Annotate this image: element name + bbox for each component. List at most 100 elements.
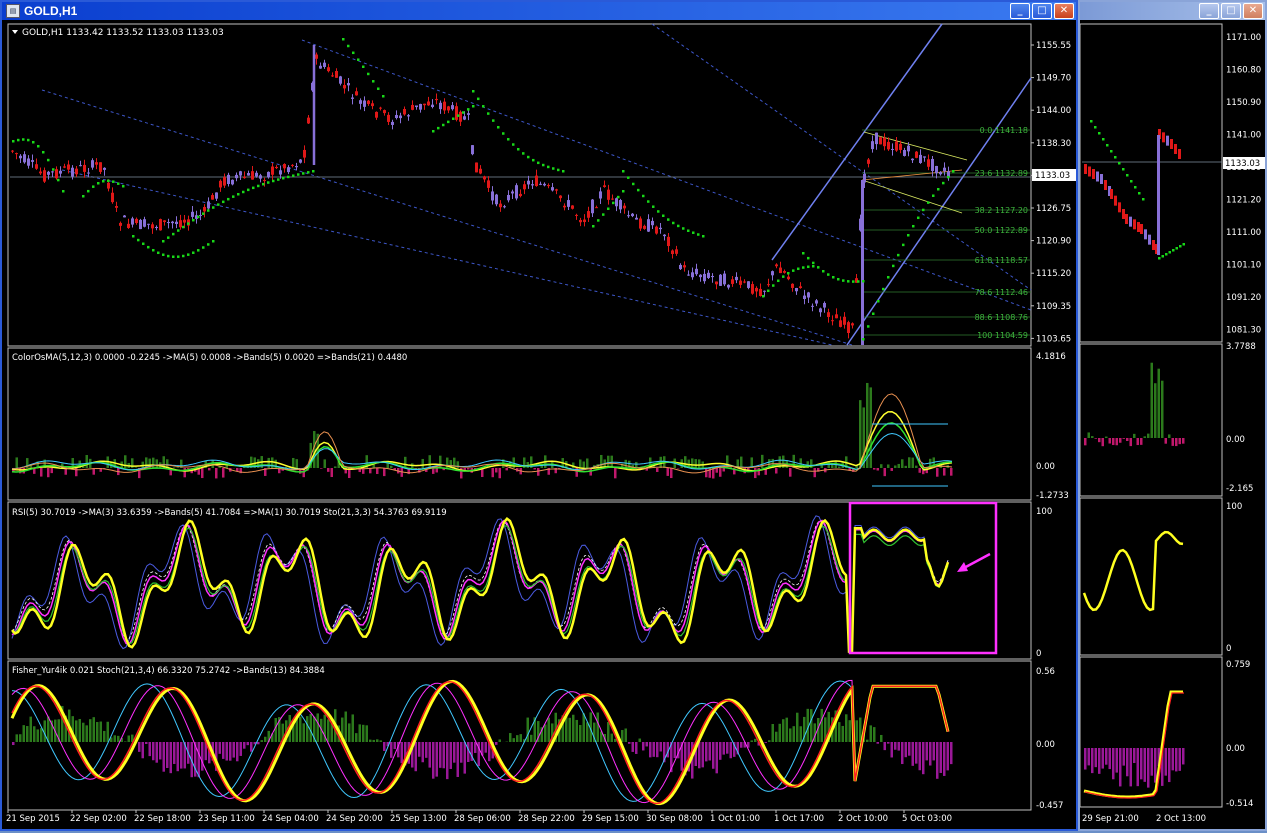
- fisher-histogram-bar: [845, 714, 848, 742]
- side-osma-tick-zero: 0.00: [1226, 435, 1245, 445]
- fisher-histogram-bar: [275, 718, 278, 742]
- candle-body: [667, 237, 670, 246]
- side-time-label-0: 29 Sep 21:00: [1082, 814, 1139, 824]
- candle-body: [407, 115, 410, 116]
- fisher-histogram-bar: [390, 742, 393, 758]
- fisher-histogram-bar: [327, 719, 330, 742]
- candle-body: [411, 105, 414, 110]
- candle-body: [231, 180, 234, 185]
- main-chart-svg[interactable]: 0.0 1141.1823.6 1132.8938.2 1127.2050.0 …: [2, 20, 1076, 829]
- side-candle-body: [1140, 224, 1143, 234]
- osma-bar: [667, 468, 670, 476]
- fisher-histogram-bar: [880, 735, 883, 742]
- side-minimize-button[interactable]: _: [1199, 3, 1219, 19]
- sar-dot: [357, 58, 360, 61]
- sar-dot: [862, 338, 865, 341]
- fib-level-label: 61.8 1118.57: [975, 256, 1028, 265]
- osma-bar: [583, 462, 586, 468]
- sar-dot: [502, 132, 505, 135]
- candle-body: [347, 83, 350, 85]
- osma-bar: [320, 468, 323, 469]
- candle-body: [599, 191, 602, 198]
- sar-dot: [882, 288, 885, 291]
- osma-bar: [691, 458, 694, 468]
- sar-dot: [552, 167, 555, 170]
- side-chart-area[interactable]: 1171.001160.801150.901141.001131.101121.…: [1080, 20, 1265, 829]
- sar-dot: [667, 218, 670, 221]
- candle-body: [591, 200, 594, 214]
- fisher-histogram-bar: [842, 726, 845, 742]
- side-fisher-pane[interactable]: [1080, 657, 1222, 807]
- fisher-histogram-bar: [222, 742, 225, 759]
- candle-body: [115, 206, 118, 208]
- sar-dot: [102, 180, 105, 183]
- osma-bar: [331, 468, 334, 477]
- sar-dot: [682, 227, 685, 230]
- side-osma-bar: [1179, 438, 1182, 444]
- rsi-tick-top: 100: [1036, 507, 1052, 517]
- fisher-histogram-bar: [495, 742, 498, 745]
- candle-body: [291, 165, 294, 166]
- candle-body: [423, 104, 426, 105]
- sar-dot: [232, 195, 235, 198]
- main-chart-area[interactable]: 0.0 1141.1823.6 1132.8938.2 1127.2050.0 …: [2, 20, 1076, 829]
- fisher-histogram-bar: [226, 742, 229, 761]
- side-rsi-pane[interactable]: [1080, 498, 1222, 655]
- fisher-histogram-bar: [229, 742, 232, 761]
- side-candle-body: [1152, 240, 1155, 250]
- candle-body: [275, 167, 278, 168]
- fisher-histogram-bar: [453, 742, 456, 763]
- side-maximize-button[interactable]: □: [1221, 3, 1241, 19]
- candle-body: [139, 220, 142, 229]
- candle-body: [899, 144, 902, 150]
- side-sar-dot: [1130, 180, 1133, 183]
- candle-body: [679, 265, 682, 269]
- secondary-chart-window[interactable]: _ □ ✕ 1171.001160.801150.901141.001131.1…: [1078, 0, 1267, 831]
- fisher-histogram-bar: [943, 742, 946, 776]
- fisher-histogram-bar: [702, 742, 705, 767]
- candle-body: [727, 285, 730, 288]
- minimize-button[interactable]: _: [1010, 3, 1030, 19]
- fisher-histogram-bar: [915, 742, 918, 764]
- candle-body: [563, 206, 566, 208]
- pink-arrow-icon: [957, 554, 990, 572]
- candle-body: [611, 199, 614, 200]
- maximize-button[interactable]: □: [1032, 3, 1052, 19]
- side-titlebar[interactable]: _ □ ✕: [1080, 2, 1265, 20]
- close-button[interactable]: ✕: [1054, 3, 1074, 19]
- sar-dot: [462, 111, 465, 114]
- fisher-histogram-bar: [821, 709, 824, 742]
- candle-body: [179, 220, 182, 227]
- candle-body: [483, 176, 486, 179]
- side-osma-bar: [1151, 363, 1154, 438]
- side-chart-svg[interactable]: 1171.001160.801150.901141.001131.101121.…: [1080, 20, 1265, 829]
- collapse-arrow-icon[interactable]: [12, 30, 18, 34]
- candle-body: [687, 275, 690, 276]
- fisher-histogram-bar: [219, 742, 222, 754]
- side-candle-body: [1178, 149, 1181, 159]
- fisher-histogram-bar: [516, 735, 519, 742]
- sar-dot: [532, 159, 535, 162]
- candle-body: [19, 156, 22, 159]
- osma-bar: [716, 468, 719, 473]
- rsi-header: RSI(5) 30.7019 ->MA(3) 33.6359 ->Bands(5…: [12, 508, 447, 518]
- candle-body: [787, 277, 790, 280]
- rsi-highlight-box: [850, 503, 996, 653]
- candle-body: [475, 163, 478, 173]
- osma-bar: [789, 468, 792, 477]
- fisher-histogram-bar: [485, 742, 488, 753]
- main-titlebar[interactable]: ▤ GOLD,H1 _ □ ✕: [2, 2, 1076, 20]
- fisher-histogram-bar: [460, 742, 463, 763]
- sar-dot: [177, 229, 180, 232]
- osma-bar: [135, 467, 138, 468]
- osma-bar: [537, 468, 540, 476]
- side-candle-body: [1174, 144, 1177, 154]
- side-fisher-bar: [1168, 748, 1171, 782]
- sar-dot: [852, 280, 855, 283]
- candle-body: [715, 282, 718, 285]
- side-close-button[interactable]: ✕: [1243, 3, 1263, 19]
- main-chart-window[interactable]: ▤ GOLD,H1 _ □ ✕ 0.0 1141.1823.6 1132.893…: [0, 0, 1078, 831]
- sar-dot: [802, 266, 805, 269]
- sar-dot: [347, 45, 350, 48]
- side-osma-bar: [1175, 438, 1178, 446]
